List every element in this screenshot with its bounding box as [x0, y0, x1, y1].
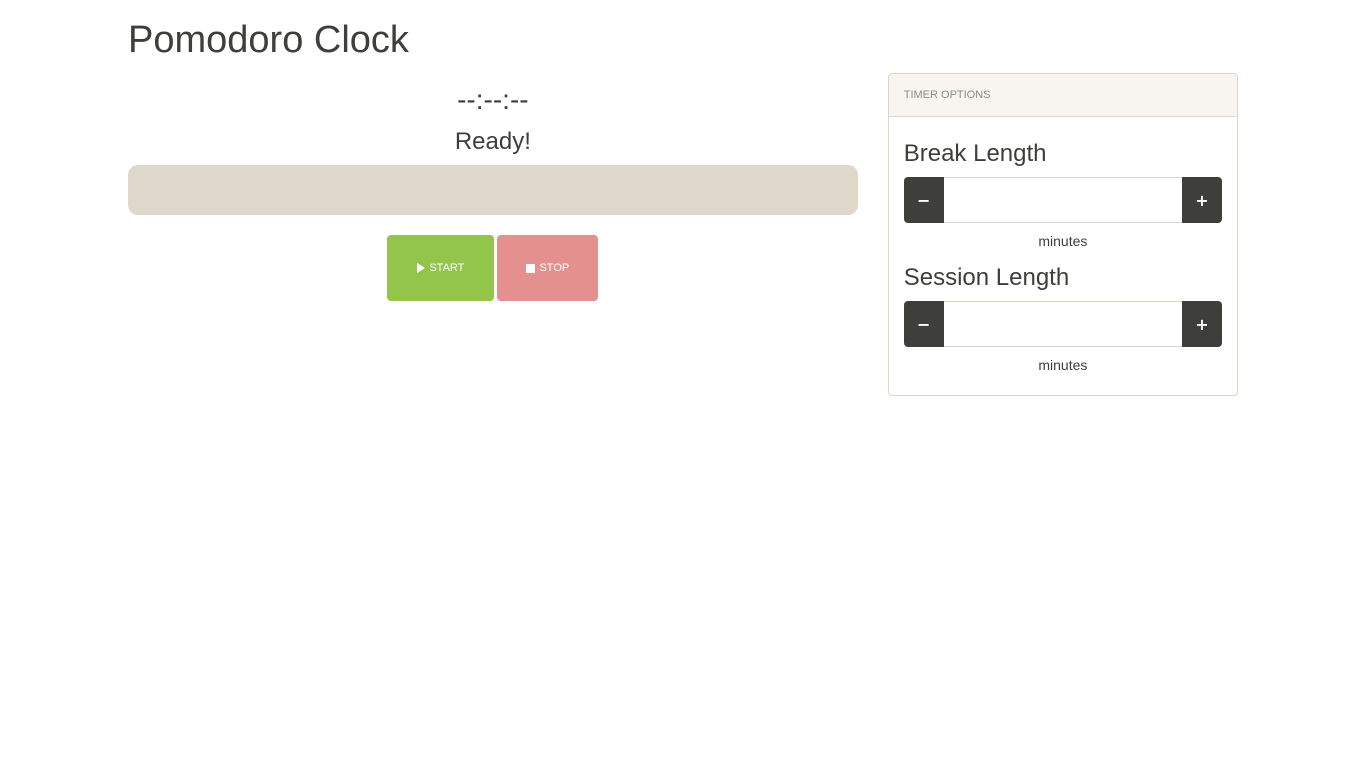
panel-heading: TIMER OPTIONS [888, 74, 1237, 117]
session-increment-button[interactable]: + [1182, 301, 1222, 347]
minus-icon: − [917, 190, 931, 210]
page-title: Pomodoro Clock [128, 19, 409, 61]
session-length-stepper: − + [903, 301, 1222, 347]
stop-icon [526, 263, 536, 273]
timer-options-panel: TIMER OPTIONS Break Length − + minutes S… [887, 73, 1238, 396]
progress-bar [128, 165, 858, 215]
plus-icon: + [1195, 190, 1209, 210]
break-increment-button[interactable]: + [1182, 177, 1222, 223]
play-icon [417, 263, 426, 273]
plus-icon: + [1195, 314, 1209, 334]
start-button-label: START [429, 262, 465, 274]
stop-button[interactable]: STOP [497, 235, 599, 301]
timer-section: --:--:-- Ready! START STOP [128, 73, 858, 396]
options-section: TIMER OPTIONS Break Length − + minutes S… [887, 73, 1238, 396]
session-length-label: Session Length [903, 264, 1070, 291]
minus-icon: − [917, 314, 931, 334]
main-row: --:--:-- Ready! START STOP TIMER OPTIONS [128, 73, 1238, 396]
panel-body: Break Length − + minutes Session Length [889, 117, 1237, 395]
session-unit-label: minutes [1038, 357, 1088, 373]
break-length-input[interactable] [943, 177, 1182, 223]
break-length-label: Break Length [903, 140, 1047, 167]
session-length-input[interactable] [943, 301, 1182, 347]
timer-controls: START STOP [128, 235, 858, 301]
session-decrement-button[interactable]: − [903, 301, 944, 347]
timer-display: --:--:-- [457, 84, 529, 115]
break-unit-label: minutes [1038, 233, 1088, 249]
break-length-stepper: − + [903, 177, 1222, 223]
start-button[interactable]: START [387, 235, 495, 301]
timer-status: Ready! [454, 128, 531, 155]
break-decrement-button[interactable]: − [903, 177, 944, 223]
page-container: Pomodoro Clock --:--:-- Ready! START STO… [113, 0, 1253, 396]
stop-button-label: STOP [539, 262, 570, 274]
